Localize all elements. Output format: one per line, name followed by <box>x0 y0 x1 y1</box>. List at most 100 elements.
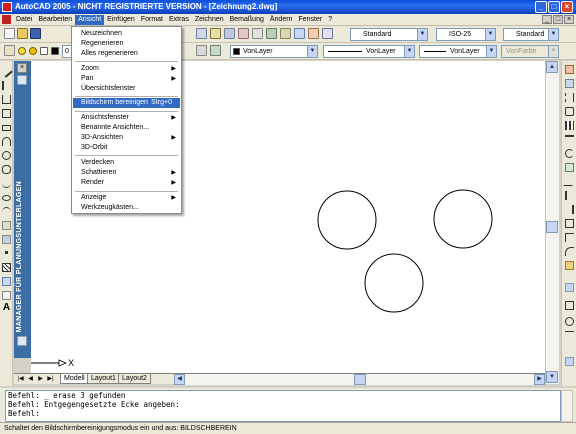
calculator-icon[interactable] <box>322 28 333 39</box>
sun-icon[interactable] <box>29 47 37 55</box>
sheetset-icon[interactable] <box>294 28 305 39</box>
tab-last-button[interactable]: ▶| <box>46 375 55 383</box>
linetype-select[interactable]: VonLayer ▼ <box>323 45 415 58</box>
menu-ansicht[interactable]: Ansicht <box>75 15 105 25</box>
properties-icon[interactable] <box>252 28 263 39</box>
region-icon[interactable] <box>2 277 11 286</box>
layer-color-icon[interactable] <box>40 47 48 55</box>
lightbulb-icon[interactable] <box>18 47 26 55</box>
zoom-realtime-icon[interactable] <box>210 28 221 39</box>
trim-icon[interactable] <box>565 191 574 200</box>
hscroll-thumb[interactable] <box>354 374 366 385</box>
tab-next-button[interactable]: ▶ <box>36 375 45 383</box>
dim-style-select[interactable]: ISO-25 ▼ <box>436 28 496 41</box>
tab-prev-button[interactable]: ◀ <box>26 375 35 383</box>
make-current-layer-icon[interactable] <box>196 45 207 56</box>
explode-icon[interactable] <box>565 261 574 270</box>
scroll-left-button[interactable]: ◀ <box>174 374 185 385</box>
menu-item-neuzeichnen[interactable]: Neuzeichnen <box>73 29 180 39</box>
doc-close-button[interactable]: × <box>564 15 574 24</box>
construction-line-icon[interactable] <box>2 81 11 90</box>
markup-icon[interactable] <box>308 28 319 39</box>
menu-item-werkzeugkaesten[interactable]: Werkzeugkästen... <box>73 203 180 213</box>
lineweight-select[interactable]: VonLayer ▼ <box>419 45 497 58</box>
save-icon[interactable] <box>30 28 41 39</box>
spline-icon[interactable] <box>2 179 11 188</box>
palette-close-button[interactable]: × <box>17 63 27 73</box>
autocad-app-icon[interactable] <box>2 2 12 12</box>
fillet-icon[interactable] <box>565 247 574 256</box>
dim-linear-icon[interactable] <box>565 301 574 310</box>
minimize-button[interactable]: _ <box>535 1 547 13</box>
vertical-scrollbar[interactable]: ▲ ▼ <box>545 61 559 384</box>
point-icon[interactable] <box>5 251 8 254</box>
menu-zeichnen[interactable]: Zeichnen <box>192 15 227 25</box>
copy-icon[interactable] <box>565 79 574 88</box>
circle-icon[interactable] <box>2 151 11 160</box>
command-line[interactable]: Befehl: _ erase 3 gefunden Befehl: Entge… <box>5 390 561 422</box>
dim-radius-icon[interactable] <box>565 317 574 326</box>
horizontal-scrollbar[interactable]: ◀ ▶ <box>174 374 545 385</box>
menu-item-schattieren[interactable]: Schattieren ▶ <box>73 168 180 178</box>
menu-extras[interactable]: Extras <box>166 15 192 25</box>
scroll-down-button[interactable]: ▼ <box>546 371 558 383</box>
scroll-thumb[interactable] <box>546 221 558 233</box>
menu-item-verdecken[interactable]: Verdecken <box>73 158 180 168</box>
command-prompt[interactable]: Befehl: <box>8 409 560 418</box>
command-scrollbar[interactable] <box>561 390 573 422</box>
tab-layout2[interactable]: Layout2 <box>118 374 151 384</box>
menu-item-benannte-ansichten[interactable]: Benannte Ansichten... <box>73 123 180 133</box>
menu-bearbeiten[interactable]: Bearbeiten <box>35 15 75 25</box>
arc-icon[interactable] <box>2 137 11 146</box>
menu-item-zoom[interactable]: Zoom ▶ <box>73 64 180 74</box>
close-button[interactable]: × <box>561 1 573 13</box>
stretch-icon[interactable] <box>563 177 576 186</box>
menu-item-3d-orbit[interactable]: 3D-Orbit <box>73 143 180 153</box>
move-icon[interactable] <box>565 135 574 144</box>
break-icon[interactable] <box>565 219 574 228</box>
toolbar-scroll-up-icon[interactable] <box>565 283 574 292</box>
menu-item-3d-ansichten[interactable]: 3D-Ansichten ▶ <box>73 133 180 143</box>
menu-datei[interactable]: Datei <box>13 15 35 25</box>
insert-block-icon[interactable] <box>2 221 11 230</box>
toolpalette-icon[interactable] <box>280 28 291 39</box>
menu-bemassung[interactable]: Bemaßung <box>227 15 267 25</box>
tab-layout1[interactable]: Layout1 <box>87 374 120 384</box>
line-icon[interactable] <box>0 65 13 78</box>
ellipse-arc-icon[interactable] <box>2 207 11 216</box>
menu-item-anzeige[interactable]: Anzeige ▶ <box>73 193 180 203</box>
dim-aligned-icon[interactable] <box>565 331 574 340</box>
scroll-up-button[interactable]: ▲ <box>546 61 558 73</box>
table-icon[interactable] <box>2 291 11 300</box>
zoom-previous-icon[interactable] <box>238 28 249 39</box>
tab-modell[interactable]: Modell <box>60 374 89 384</box>
palette-properties-icon[interactable] <box>17 336 27 346</box>
menu-item-pan[interactable]: Pan ▶ <box>73 74 180 84</box>
new-icon[interactable] <box>4 28 15 39</box>
rotate-icon[interactable] <box>565 149 574 158</box>
scale-icon[interactable] <box>565 163 574 172</box>
layer-previous-icon[interactable] <box>210 45 221 56</box>
menu-help[interactable]: ? <box>325 15 335 25</box>
hatch-icon[interactable] <box>2 263 11 272</box>
color-select[interactable]: VonLayer ▼ <box>230 45 318 58</box>
circle-entity[interactable] <box>317 190 377 250</box>
layer-manager-icon[interactable] <box>4 45 15 56</box>
menu-item-render[interactable]: Render ▶ <box>73 178 180 188</box>
offset-icon[interactable] <box>565 107 574 116</box>
circle-entity[interactable] <box>364 253 424 313</box>
mirror-icon[interactable] <box>565 93 574 102</box>
menu-item-alles-regenerieren[interactable]: Alles regenerieren <box>73 49 180 59</box>
menu-item-uebersichtsfenster[interactable]: Übersichtsfenster <box>73 84 180 94</box>
pan-icon[interactable] <box>196 28 207 39</box>
layer-swatch-icon[interactable] <box>51 47 59 55</box>
menu-aendern[interactable]: Ändern <box>267 15 296 25</box>
rectangle-icon[interactable] <box>2 125 11 131</box>
circle-entity[interactable] <box>433 189 493 249</box>
document-icon[interactable] <box>2 15 11 24</box>
doc-restore-button[interactable]: □ <box>553 15 563 24</box>
menu-einfuegen[interactable]: Einfügen <box>104 15 138 25</box>
text-style-select[interactable]: Standard ▼ <box>350 28 428 41</box>
multiline-text-icon[interactable]: A <box>2 303 11 313</box>
designcenter-icon[interactable] <box>266 28 277 39</box>
